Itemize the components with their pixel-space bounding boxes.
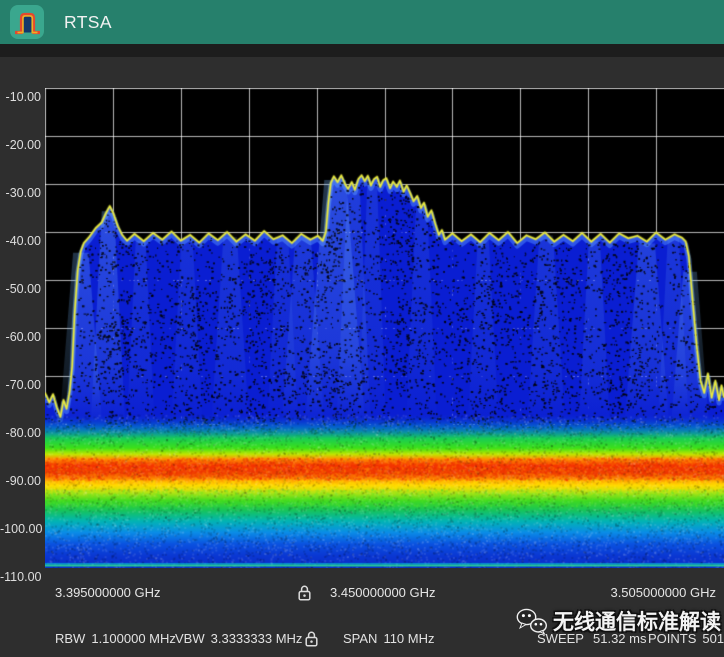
stop-frequency-label[interactable]: 3.505000000 GHz bbox=[610, 585, 716, 600]
center-frequency-lock-icon[interactable] bbox=[296, 584, 313, 602]
y-axis-label: -20.00 bbox=[0, 138, 41, 152]
rtsa-window: RTSA -10.00 -20.00 -30.00 -40.00 -50.00 -60.0… bbox=[0, 0, 724, 657]
spectrum-app-icon bbox=[10, 5, 44, 39]
y-axis-label: -60.00 bbox=[0, 330, 41, 344]
y-axis-label: -30.00 bbox=[0, 186, 41, 200]
points-setting[interactable]: POINTS 501 bbox=[648, 631, 724, 646]
points-label: POINTS bbox=[648, 631, 696, 646]
span-label: SPAN bbox=[343, 631, 377, 646]
sweep-value: 51.32 ms bbox=[593, 631, 646, 646]
y-axis-label: -90.00 bbox=[0, 474, 41, 488]
spectrum-canvas[interactable] bbox=[45, 88, 724, 568]
y-axis: -10.00 -20.00 -30.00 -40.00 -50.00 -60.00 -70.… bbox=[0, 0, 45, 600]
span-setting[interactable]: SPAN 110 MHz bbox=[343, 631, 435, 646]
start-frequency-label[interactable]: 3.395000000 GHz bbox=[55, 585, 161, 600]
rbw-setting[interactable]: RBW 1.100000 MHz bbox=[55, 631, 176, 646]
span-value: 110 MHz bbox=[383, 631, 434, 646]
y-axis-label: -80.00 bbox=[0, 426, 41, 440]
center-frequency-label[interactable]: 3.450000000 GHz bbox=[330, 585, 436, 600]
vbw-setting[interactable]: VBW 3.3333333 MHz bbox=[175, 631, 302, 646]
title-bar-divider bbox=[0, 44, 724, 57]
app-icon-button[interactable] bbox=[10, 5, 44, 39]
span-lock-icon[interactable] bbox=[303, 630, 320, 648]
vbw-value: 3.3333333 MHz bbox=[211, 631, 303, 646]
app-title: RTSA bbox=[64, 0, 112, 44]
y-axis-label: -40.00 bbox=[0, 234, 41, 248]
y-axis-label: -110.00 bbox=[0, 570, 41, 584]
rbw-value: 1.100000 MHz bbox=[91, 631, 176, 646]
status-bar: RBW 1.100000 MHz VBW 3.3333333 MHz SPAN 110… bbox=[0, 630, 724, 648]
y-axis-label: -50.00 bbox=[0, 282, 41, 296]
points-value: 501 bbox=[702, 631, 724, 646]
x-axis: 3.395000000 GHz 3.450000000 GHz 3.505000… bbox=[0, 584, 724, 602]
rbw-label: RBW bbox=[55, 631, 85, 646]
title-bar: RTSA bbox=[0, 0, 724, 44]
y-axis-label: -70.00 bbox=[0, 378, 41, 392]
sweep-label[interactable]: SWEEP bbox=[537, 631, 584, 646]
y-axis-label: -100.00 bbox=[0, 522, 41, 536]
y-axis-label: -10.00 bbox=[0, 90, 41, 104]
vbw-label: VBW bbox=[175, 631, 205, 646]
